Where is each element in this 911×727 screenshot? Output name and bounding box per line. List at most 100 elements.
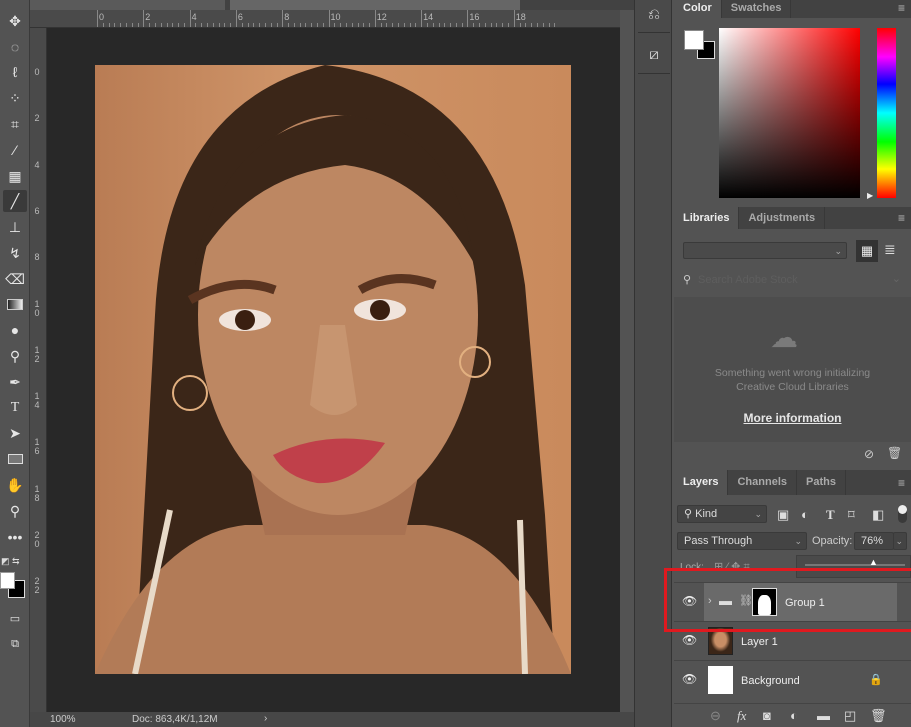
brush-tool-icon[interactable]: ╱: [3, 190, 27, 212]
ruler-minor-tick: [230, 23, 232, 27]
ruler-minor-tick: [345, 23, 347, 27]
ruler-minor-tick: [299, 23, 301, 27]
quick-mask-icon[interactable]: ▭: [3, 608, 27, 630]
filter-shape-icon[interactable]: ⌑: [848, 507, 855, 523]
layer-name[interactable]: Background: [741, 675, 800, 687]
tab-channels[interactable]: Channels: [728, 470, 797, 495]
foreground-color-swatch[interactable]: [684, 30, 704, 50]
ruler-label: 18: [34, 483, 40, 503]
ruler-minor-tick: [519, 23, 521, 27]
tab-libraries[interactable]: Libraries: [674, 207, 740, 229]
hue-slider-handle-icon[interactable]: ▶: [867, 191, 873, 200]
ruler-minor-tick: [183, 23, 185, 27]
history-icon[interactable]: ⎌: [643, 6, 665, 28]
more-information-link[interactable]: More information: [674, 411, 911, 425]
hue-slider[interactable]: [877, 28, 896, 198]
ruler-minor-tick: [120, 23, 122, 27]
panel-menu-icon[interactable]: ≡: [898, 211, 905, 225]
opacity-field[interactable]: 76%: [854, 532, 894, 550]
fx-icon[interactable]: fx: [737, 708, 746, 724]
filter-type-icon[interactable]: T: [826, 507, 835, 523]
document-tab[interactable]: [30, 0, 225, 10]
zoom-level[interactable]: 100%: [50, 714, 76, 725]
new-group-icon[interactable]: ▬: [817, 708, 830, 723]
dodge-tool-icon[interactable]: ⚲: [3, 345, 27, 367]
horizontal-ruler[interactable]: 0 2 4 6 8 10 12 14 16 18: [30, 10, 620, 28]
ruler-minor-tick: [241, 23, 243, 27]
properties-icon[interactable]: ⧄: [643, 46, 665, 68]
healing-brush-tool-icon[interactable]: ▦: [3, 165, 27, 187]
ruler-minor-tick: [126, 23, 127, 27]
add-mask-icon[interactable]: ◙: [763, 708, 771, 723]
rectangle-tool-icon[interactable]: [3, 448, 27, 470]
opacity-dropdown-button[interactable]: ⌄: [893, 532, 907, 550]
eraser-tool-icon[interactable]: ⌫: [3, 268, 27, 290]
ruler-minor-tick: [311, 23, 313, 27]
ruler-label: 8: [34, 252, 40, 263]
quick-selection-tool-icon[interactable]: ⁘: [3, 87, 27, 109]
vertical-ruler[interactable]: 0 2 4 6 8 10 12 14 16 18 20 22: [30, 28, 47, 712]
lasso-tool-icon[interactable]: ℓ: [3, 61, 27, 83]
layer-row-background[interactable]: 👁 Background 🔒: [674, 660, 911, 698]
search-adobe-stock-field[interactable]: ⚲ Search Adobe Stock ⌄: [683, 272, 903, 289]
trash-icon[interactable]: 🗑: [887, 446, 902, 460]
filter-kind-select[interactable]: ⚲ Kind ⌄: [677, 505, 767, 523]
clone-stamp-tool-icon[interactable]: ⊥: [3, 216, 27, 238]
adjustment-layer-icon[interactable]: ◐: [790, 708, 798, 723]
filter-adjustment-icon[interactable]: ◐: [801, 507, 809, 522]
hand-tool-icon[interactable]: ✋: [3, 474, 27, 496]
chevron-down-icon: ⌄: [891, 273, 901, 285]
pen-tool-icon[interactable]: ✒: [3, 371, 27, 393]
move-tool-icon[interactable]: ✥: [3, 10, 27, 32]
eyedropper-tool-icon[interactable]: ⁄: [3, 139, 27, 161]
history-brush-tool-icon[interactable]: ↯: [3, 242, 27, 264]
blur-tool-icon[interactable]: ●: [3, 319, 27, 341]
tab-color[interactable]: Color: [674, 0, 722, 18]
filter-pixel-icon[interactable]: ▣: [777, 507, 789, 523]
gradient-tool-icon[interactable]: [3, 293, 27, 315]
ruler-label: 14: [34, 391, 40, 411]
delete-layer-icon[interactable]: 🗑: [870, 708, 887, 724]
grid-view-icon[interactable]: ▦: [856, 240, 878, 262]
opacity-slider-handle-icon[interactable]: ▲: [869, 557, 878, 567]
layer-thumbnail: [708, 666, 733, 694]
tab-adjustments[interactable]: Adjustments: [739, 207, 826, 229]
default-colors-icon[interactable]: ◩ ⇆: [1, 556, 20, 567]
document-tab-active[interactable]: [230, 0, 520, 10]
new-layer-icon[interactable]: ◰: [844, 708, 856, 724]
list-view-icon[interactable]: ≣: [884, 241, 896, 258]
ruler-minor-tick: [270, 23, 272, 27]
opacity-slider-track[interactable]: [805, 564, 905, 566]
filter-toggle[interactable]: [898, 505, 907, 523]
blend-mode-select[interactable]: Pass Through ⌄: [677, 532, 807, 550]
portrait-photo[interactable]: [95, 65, 571, 674]
ruler-minor-tick: [548, 23, 550, 27]
layer-name[interactable]: Layer 1: [741, 636, 778, 648]
edit-toolbar-icon[interactable]: •••: [3, 526, 27, 548]
type-tool-icon[interactable]: T: [3, 397, 27, 419]
ruler-minor-tick: [253, 23, 255, 27]
tab-layers[interactable]: Layers: [674, 470, 729, 495]
ruler-minor-tick: [149, 23, 151, 27]
search-placeholder: Search Adobe Stock: [698, 274, 798, 286]
panel-menu-icon[interactable]: ≡: [898, 476, 905, 490]
panel-menu-icon[interactable]: ≡: [898, 1, 905, 15]
crop-tool-icon[interactable]: ⌗: [3, 113, 27, 135]
tab-paths[interactable]: Paths: [797, 470, 846, 495]
zoom-tool-icon[interactable]: ⚲: [3, 500, 27, 522]
status-menu-arrow-icon[interactable]: ›: [264, 713, 267, 724]
screen-mode-icon[interactable]: ⧉: [3, 633, 27, 655]
foreground-color-swatch[interactable]: [0, 572, 15, 589]
marquee-tool-icon[interactable]: ◌: [3, 36, 27, 58]
library-select[interactable]: ⌄: [683, 242, 847, 259]
visibility-eye-icon[interactable]: 👁: [682, 672, 697, 686]
cloud-sync-icon[interactable]: ⊘: [864, 447, 874, 461]
path-selection-tool-icon[interactable]: ➤: [3, 422, 27, 444]
ruler-minor-tick: [224, 23, 226, 27]
filter-smart-object-icon[interactable]: ◧: [872, 507, 884, 523]
tab-swatches[interactable]: Swatches: [722, 0, 792, 18]
visibility-eye-icon[interactable]: 👁: [682, 633, 697, 647]
link-layers-icon[interactable]: ⊖: [710, 708, 721, 724]
saturation-brightness-field[interactable]: [719, 28, 860, 198]
ruler-minor-tick: [178, 23, 180, 27]
